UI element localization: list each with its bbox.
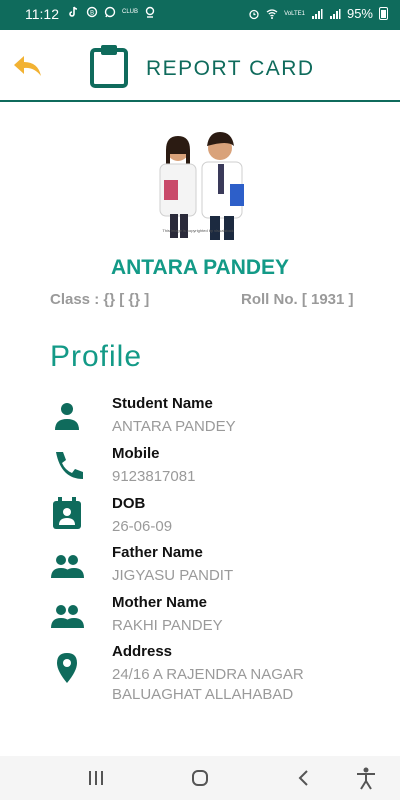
status-bar: 11:12 B CLUB VoLTE1 95% [0, 0, 400, 30]
address-label: Address [112, 643, 173, 660]
calendar-icon [53, 497, 81, 529]
status-left-icons: B CLUB [68, 6, 156, 18]
tiktok-icon [69, 6, 78, 17]
father-name-label: Father Name [112, 544, 203, 561]
clipboard-icon [90, 45, 128, 88]
recent-apps-icon[interactable] [82, 766, 110, 790]
signal-icon [311, 8, 323, 19]
carrier-label: VoLTE1 [284, 10, 305, 17]
student-photo [130, 128, 270, 244]
whatsapp-business-icon: B [86, 6, 98, 18]
photo-caption: This image is copyrighted by visualstock [162, 228, 234, 233]
profile-heading: Profile [50, 340, 143, 373]
person-icon [55, 403, 79, 430]
club-icon: CLUB [122, 9, 139, 15]
mobile-value: 9123817081 [112, 468, 196, 485]
address-value: 24/16 A RAJENDRA NAGAR BALUAGHAT ALLAHAB… [112, 666, 304, 703]
location-icon [145, 6, 155, 18]
back-arrow-icon[interactable] [12, 52, 44, 80]
dob-value: 26-06-09 [112, 518, 173, 535]
student-name-value: ANTARA PANDEY [112, 418, 236, 435]
people-icon [51, 555, 84, 578]
alarm-icon [249, 9, 259, 19]
whatsapp-icon [104, 6, 116, 18]
student-name-label: Student Name [112, 395, 213, 412]
roll-number-label: Roll No. [ 1931 ] [241, 291, 354, 308]
signal-icon-2 [329, 8, 341, 19]
people-icon [51, 605, 84, 628]
student-name-heading: ANTARA PANDEY [110, 256, 290, 279]
battery-icon [379, 7, 388, 20]
class-label: Class : {} [ {} ] [50, 291, 150, 308]
phone-icon [56, 452, 83, 479]
home-icon[interactable] [186, 766, 214, 790]
wifi-icon [266, 8, 278, 19]
status-right-icons: VoLTE1 95% [248, 6, 388, 21]
app-header: REPORT CARD [0, 30, 400, 102]
system-nav-bar [0, 756, 400, 800]
back-icon[interactable] [290, 766, 318, 790]
mother-name-label: Mother Name [112, 594, 208, 611]
status-time: 11:12 [25, 6, 59, 22]
accessibility-icon[interactable] [352, 766, 380, 790]
dob-label: DOB [112, 495, 146, 512]
location-pin-icon [57, 653, 77, 683]
mother-name-value: RAKHI PANDEY [112, 617, 223, 634]
mobile-label: Mobile [112, 445, 160, 462]
svg-text:B: B [90, 10, 94, 17]
page-title: REPORT CARD [146, 57, 315, 80]
father-name-value: JIGYASU PANDIT [112, 567, 234, 584]
battery-percent: 95% [346, 6, 373, 21]
